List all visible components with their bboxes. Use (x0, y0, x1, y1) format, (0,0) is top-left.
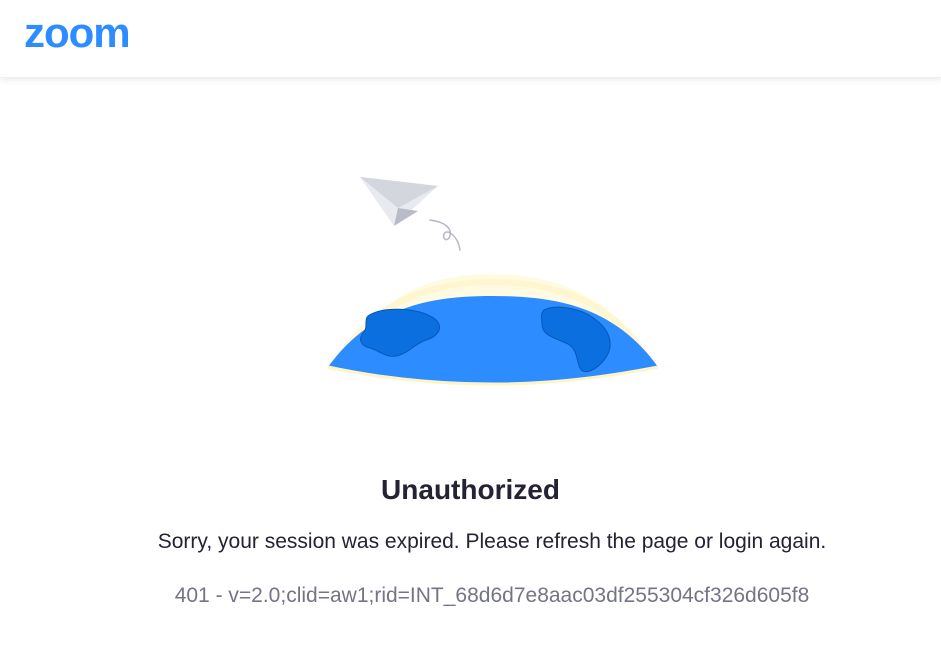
error-title: Unauthorized (381, 474, 560, 505)
paper-plane-globe-icon (327, 177, 659, 386)
zoom-logo[interactable]: zoom (24, 11, 131, 55)
error-illustration (320, 170, 665, 390)
top-header: zoom (0, 0, 941, 78)
paper-plane-icon (360, 177, 438, 226)
error-code: 401 - v=2.0;clid=aw1;rid=INT_68d6d7e8aac… (174, 584, 810, 607)
error-message: Sorry, your session was expired. Please … (157, 530, 827, 553)
flight-path-icon (429, 219, 461, 251)
